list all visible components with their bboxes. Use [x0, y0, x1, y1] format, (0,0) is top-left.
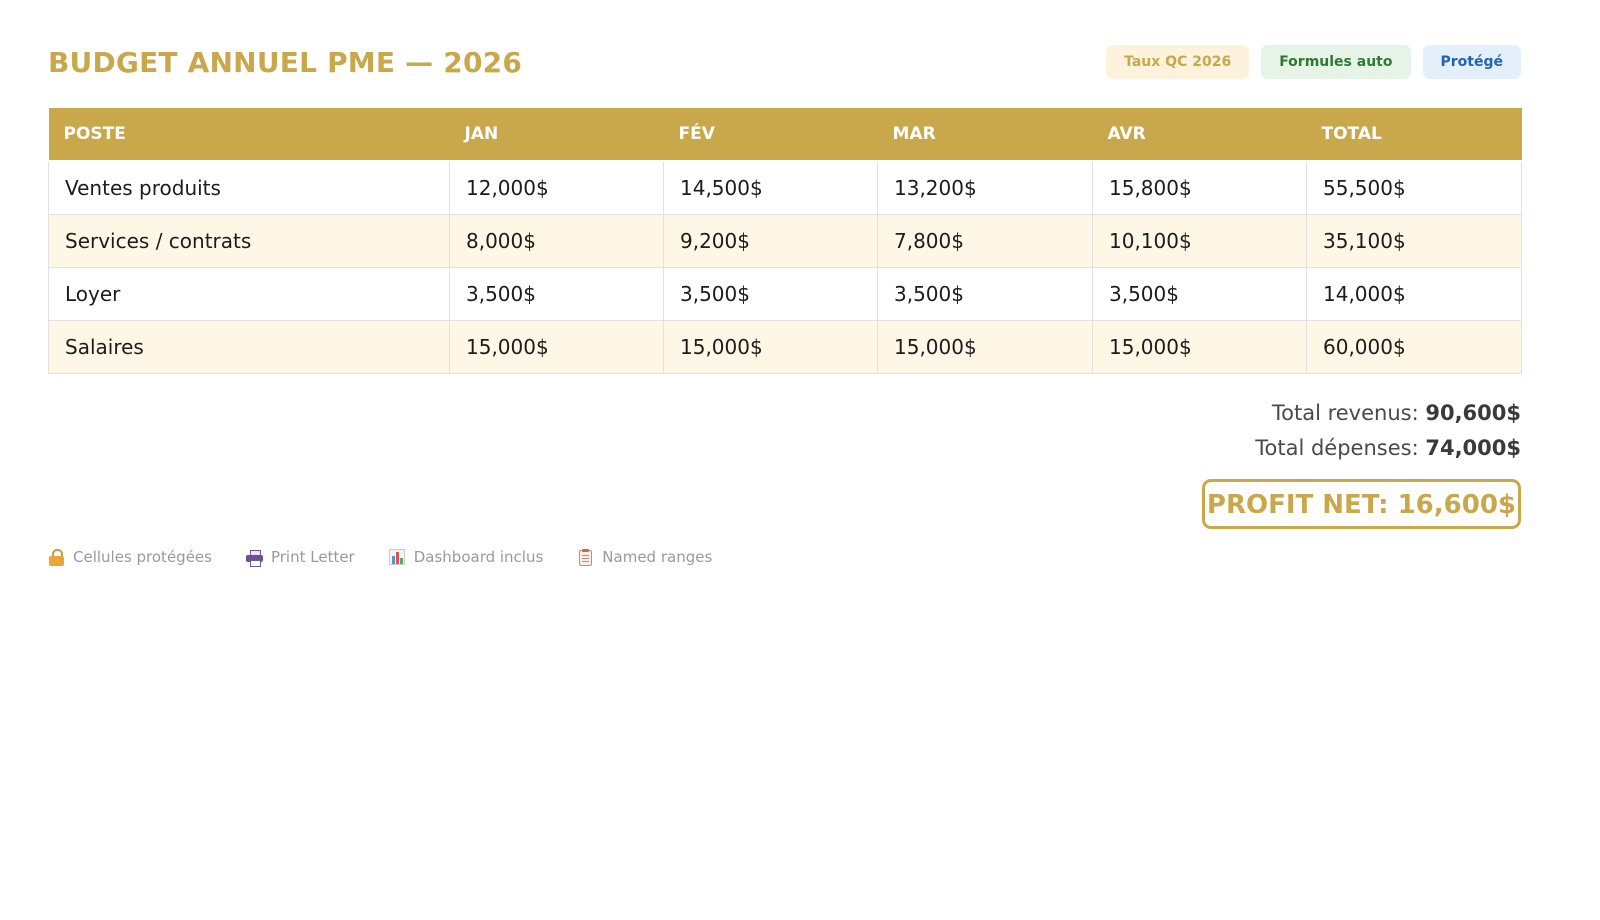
table-cell[interactable]: 14,500$	[663, 160, 878, 215]
footer-item-label: Print Letter	[270, 548, 355, 566]
table-cell[interactable]: 15,000$	[663, 319, 878, 374]
table-row: Loyer 3,500$ 3,500$ 3,500$ 3,500$ 14,000…	[48, 266, 1522, 321]
budget-page: BUDGET ANNUEL PME — 2026 Taux QC 2026 Fo…	[0, 0, 1600, 920]
total-expenses-line: Total dépenses: 74,000$	[1202, 431, 1521, 466]
budget-table-container: POSTE JAN FÉV MAR AVR TOTAL Ventes produ…	[48, 108, 1522, 374]
table-header-row: POSTE JAN FÉV MAR AVR TOTAL	[48, 108, 1522, 162]
header: BUDGET ANNUEL PME — 2026 Taux QC 2026 Fo…	[48, 40, 1521, 84]
table-cell[interactable]: 3,500$	[877, 266, 1093, 321]
budget-table: POSTE JAN FÉV MAR AVR TOTAL Ventes produ…	[48, 108, 1522, 374]
total-expenses-value: 74,000$	[1425, 436, 1521, 460]
badge-formules-auto: Formules auto	[1261, 45, 1411, 79]
column-header-total: TOTAL	[1306, 108, 1522, 162]
table-cell[interactable]: 15,000$	[449, 319, 664, 374]
footer-item-print-letter: Print Letter	[245, 548, 355, 567]
bar-chart-icon	[388, 548, 406, 566]
table-cell[interactable]: Salaires	[48, 319, 450, 374]
clipboard-icon	[577, 548, 594, 566]
table-cell[interactable]: 35,100$	[1306, 213, 1522, 268]
printer-icon	[245, 549, 263, 567]
column-header-mar: MAR	[877, 108, 1093, 162]
table-cell[interactable]: Ventes produits	[48, 160, 450, 215]
column-header-poste: POSTE	[48, 108, 450, 162]
table-cell[interactable]: 55,500$	[1306, 160, 1522, 215]
table-cell[interactable]: 9,200$	[663, 213, 878, 268]
table-cell[interactable]: 15,000$	[877, 319, 1093, 374]
footer-item-label: Cellules protégées	[73, 548, 212, 566]
footer-item-label: Dashboard inclus	[413, 548, 544, 566]
badge-group: Taux QC 2026 Formules auto Protégé	[1106, 45, 1521, 79]
table-cell[interactable]: 10,100$	[1092, 213, 1307, 268]
total-revenue-value: 90,600$	[1425, 401, 1521, 425]
table-cell[interactable]: 15,800$	[1092, 160, 1307, 215]
net-profit-box: PROFIT NET: 16,600$	[1201, 479, 1521, 529]
total-revenue-label: Total revenus:	[1271, 401, 1419, 425]
lock-icon	[48, 548, 65, 566]
summary-block: Total revenus: 90,600$ Total dépenses: 7…	[1201, 396, 1521, 529]
feature-footer: Cellules protégées Print Letter Dashboar…	[48, 548, 712, 567]
table-cell[interactable]: 3,500$	[1092, 266, 1307, 321]
column-header-jan: JAN	[449, 108, 664, 162]
table-cell[interactable]: Services / contrats	[48, 213, 450, 268]
column-header-avr: AVR	[1092, 108, 1307, 162]
total-revenue-line: Total revenus: 90,600$	[1202, 396, 1521, 431]
table-row: Salaires 15,000$ 15,000$ 15,000$ 15,000$…	[48, 319, 1522, 374]
footer-item-named-ranges: Named ranges	[577, 548, 712, 566]
table-cell[interactable]: 12,000$	[449, 160, 664, 215]
table-cell[interactable]: 60,000$	[1306, 319, 1522, 374]
badge-protege: Protégé	[1422, 45, 1521, 79]
table-cell[interactable]: 14,000$	[1306, 266, 1522, 321]
table-row: Ventes produits 12,000$ 14,500$ 13,200$ …	[48, 160, 1522, 215]
table-cell[interactable]: Loyer	[48, 266, 450, 321]
table-cell[interactable]: 3,500$	[663, 266, 878, 321]
footer-item-protected-cells: Cellules protégées	[48, 548, 212, 566]
table-row: Services / contrats 8,000$ 9,200$ 7,800$…	[48, 213, 1522, 268]
column-header-fev: FÉV	[663, 108, 878, 162]
footer-item-label: Named ranges	[602, 548, 713, 566]
table-cell[interactable]: 13,200$	[877, 160, 1093, 215]
page-title: BUDGET ANNUEL PME — 2026	[48, 45, 523, 79]
table-cell[interactable]: 3,500$	[449, 266, 664, 321]
total-expenses-label: Total dépenses:	[1255, 436, 1419, 460]
badge-taux-qc: Taux QC 2026	[1106, 45, 1250, 79]
footer-item-dashboard: Dashboard inclus	[388, 548, 544, 566]
table-cell[interactable]: 7,800$	[877, 213, 1093, 268]
table-cell[interactable]: 8,000$	[449, 213, 664, 268]
table-cell[interactable]: 15,000$	[1092, 319, 1307, 374]
